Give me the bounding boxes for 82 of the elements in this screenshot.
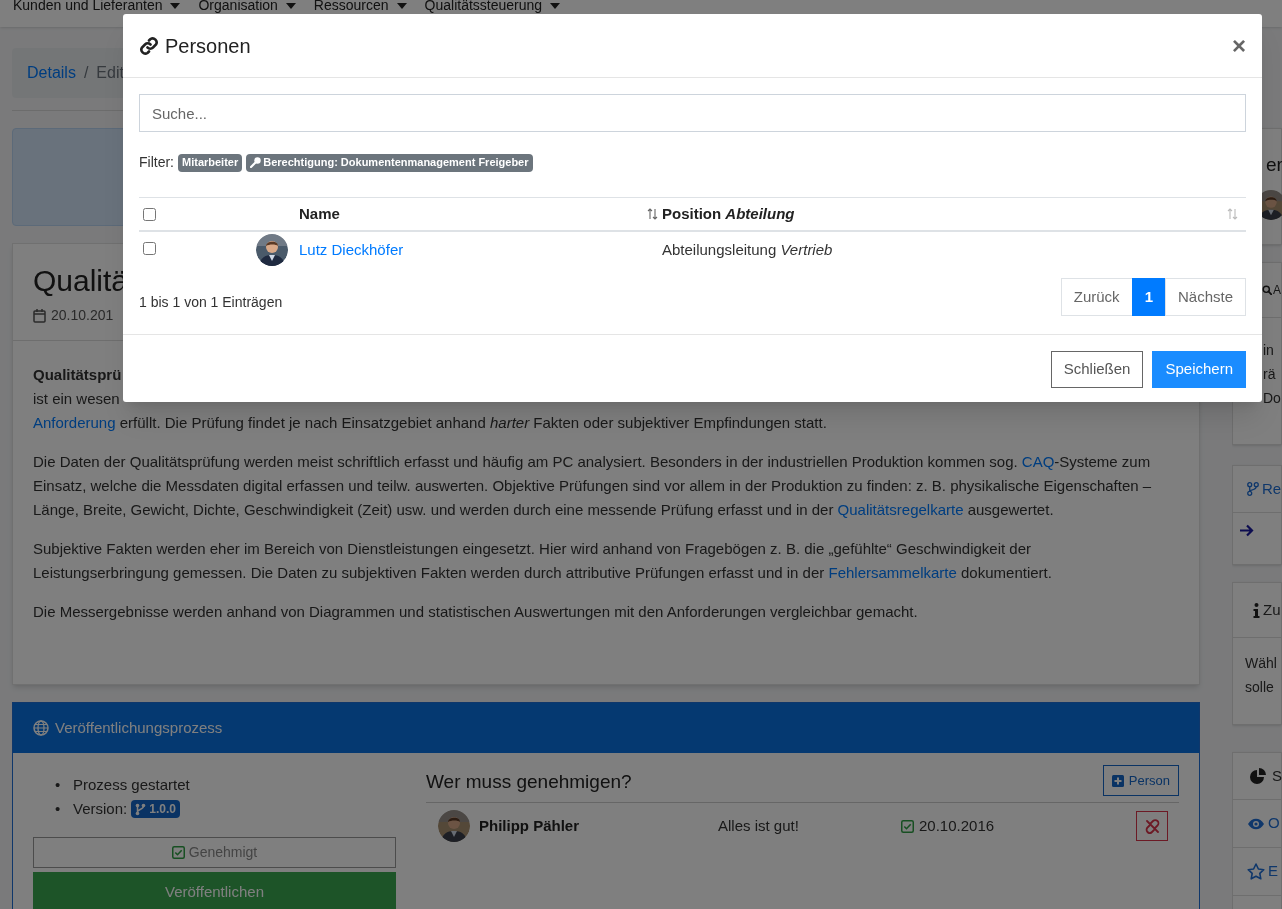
nav-menu[interactable]: Organisation [198,0,296,12]
person-link[interactable]: Lutz Dieckhöfer [299,240,404,258]
approved-button[interactable]: Genehmigt [33,837,396,868]
article-paragraph: Anforderung erfüllt. Die Prüfung findet je nach Einsatzgebiet anhand harter Fakten oder subjektiver Empfindungen statt. [33,413,828,433]
filter-badge: Berechtigung: Dokumentenmanagement Freigeber [246,153,533,172]
article-paragraph: Die Daten der Qualitätsprüfung werden meist schriftlich erfasst und häufig am PC analysiert. Besonders in der industriellen Produktion kommen sog. CAQ-Systeme zum Einsatz, welche die Messdaten digital erfassen und teilw. auswerten. Objektive Prüfungen sind vor allem in der Produktion zu finden: z. B. physikalische Eigenschaften – Länge, Breite, Gewicht, Dichte, Geschwindigkeit (Zeit) usw. und werden durch eine messende Prüfung erfasst und in der Qualitätsregelkarte ausgewertet. [33,452,1153,520]
calendar-icon [33,308,46,323]
article-paragraph: Subjektive Fakten werden eher im Bereich von Dienstleistungen eingesetzt. Hier wird anhand von Fragebögen z. B. die „gefühlte“ Geschwindigkeit der Leistungserbringung gemessen. Die Daten zu subjektiven Fakten werden durch attributive Prüfungen erfasst und in der Fehlersammelkarte dokumentiert. [33,539,1053,583]
modal-title: Personen [165,33,251,59]
pagination-button[interactable]: 1 [1131,278,1166,316]
text-link[interactable]: Qualitätsregelkarte [837,501,964,518]
card-text: in [1263,341,1275,360]
close-button[interactable]: × [1232,33,1246,58]
arrow-right-icon [1239,524,1254,537]
breadcrumb-current: Edit [96,63,124,83]
card-title: er [1266,153,1281,177]
card-text: solle [1245,678,1275,697]
breadcrumb-separator: / [83,63,89,83]
caret-icon [550,2,561,9]
version-badge: 1.0.0 [131,800,180,818]
card-title: A [1273,282,1281,299]
checkbox[interactable] [143,241,156,255]
table-info: 1 bis 1 von 1 Einträgen [139,293,283,312]
info-icon [1253,602,1260,618]
filter-badge: Mitarbeiter [178,153,243,172]
plus-icon [1111,774,1124,787]
card-text: Wähl [1245,654,1278,673]
search-icon [1262,285,1272,295]
caret-icon [170,2,181,9]
save-button[interactable]: Speichern [1152,351,1246,388]
search-field[interactable]: Suche... [139,94,1246,132]
nav-menu[interactable]: Qualitätssteuerung [424,0,561,12]
star-icon [1247,863,1265,880]
process-title: Veröffentlichungsprozess [55,717,223,738]
text-link[interactable]: CAQ [1021,453,1055,470]
check-icon [171,846,185,859]
caret-icon [396,2,407,9]
approvers-title: Wer muss genehmigen? [426,769,632,794]
bullet: • [55,775,62,795]
unlink-icon [1144,818,1160,834]
column-header[interactable]: Name [299,202,340,226]
unlink-button[interactable] [1136,811,1168,841]
globe-icon [33,720,49,736]
fact-text: Version: [73,799,128,819]
card-title: Re [1262,478,1282,499]
lead-text: ist ein wesen [33,390,120,407]
table-cell-text: Abteilungsleitung Vertrieb [662,239,834,260]
branch-icon [1247,481,1259,497]
fact-text: Prozess gestartet [73,775,190,795]
checkbox[interactable] [143,207,156,221]
card-link[interactable]: O [1268,812,1280,835]
approval-date: 20.10.2016 [919,815,995,836]
publish-button[interactable]: Veröffentlichen [33,872,396,909]
link-icon [139,35,159,56]
article-paragraph: Die Messergebnisse werden anhand von Diagrammen und statistischen Auswertungen mit den Anforderungen vergleichbar gemacht. [33,602,919,622]
card-title: Zu [1263,599,1281,620]
pagination-button[interactable]: Nächste [1164,278,1246,316]
card-title: S [1272,765,1282,786]
pagination-button[interactable]: Zurück [1060,278,1133,316]
column-header[interactable]: Position Abteilung [662,202,795,226]
key-icon [250,157,262,168]
card-text: Do [1263,389,1281,408]
nav-menu[interactable]: Ressourcen [313,0,407,12]
close-dialog-button[interactable]: Schließen [1050,351,1144,388]
breadcrumb-link[interactable]: Details [27,61,76,85]
text-link[interactable]: Anforderung [33,414,116,431]
add-person-button[interactable]: Person [1102,765,1179,796]
caret-icon [285,2,296,9]
pie-chart-icon [1250,768,1266,784]
approver-comment: Alles ist gut! [718,815,800,836]
card-link[interactable]: E [1268,860,1278,883]
lead-text: Qualitätsprü [33,366,122,383]
bullet: • [55,799,62,819]
filter-label: Filter: [139,153,174,172]
branch-icon [135,802,147,816]
article-date: 20.10.201 [51,306,114,325]
eye-icon [1247,817,1265,830]
text-link[interactable]: Fehlersammelkarte [828,564,957,581]
card-text: rä [1263,365,1277,384]
sort-icon[interactable] [647,208,658,220]
nav-menu[interactable]: Kunden und Lieferanten [13,0,181,12]
approver-name: Philipp Pähler [479,815,581,836]
